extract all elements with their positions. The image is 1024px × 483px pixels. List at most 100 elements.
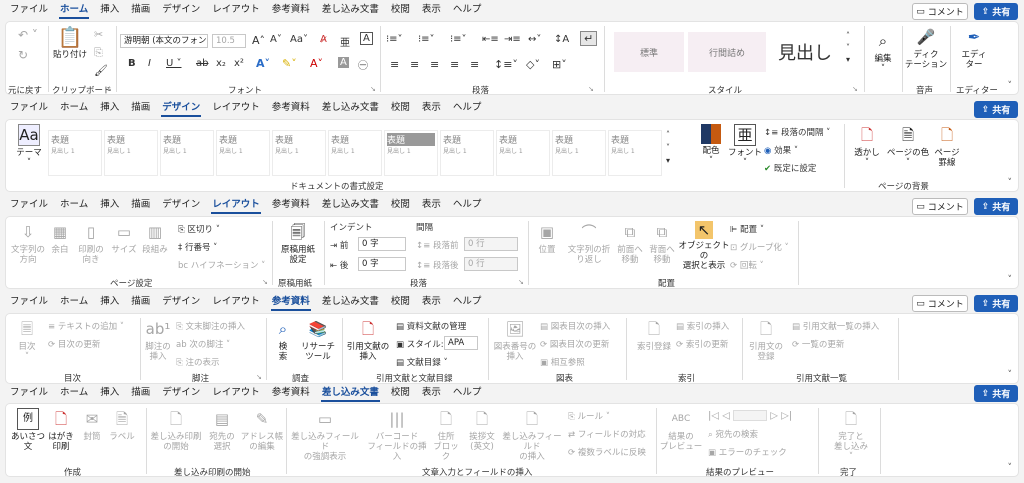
strike-icon[interactable]: ab: [196, 58, 208, 69]
update-toa-button[interactable]: ⟳ 一覧の更新: [792, 338, 844, 350]
start-merge-button[interactable]: 🗋 差し込み印刷 の開始: [148, 408, 204, 453]
style-heading[interactable]: 見出し: [770, 32, 840, 72]
bullets-icon[interactable]: ⁝≡˅: [386, 34, 403, 45]
shading-icon[interactable]: ◇˅: [526, 58, 540, 71]
tab-file[interactable]: ファイル: [4, 383, 54, 403]
font-size-combo[interactable]: 10.5: [212, 34, 246, 48]
styles-scroll-icon[interactable]: ˄ ˅ ▾: [846, 30, 850, 66]
clear-format-icon[interactable]: A̷: [320, 34, 327, 45]
insert-merge-field-button[interactable]: 🗋 差し込みフィールド の挿入: [500, 408, 564, 463]
collapse-ribbon-icon[interactable]: ˅: [1008, 463, 1013, 473]
insert-endnote-button[interactable]: ⎘ 文末脚注の挿入: [176, 320, 245, 332]
tab-home[interactable]: ホーム: [54, 195, 94, 215]
tab-layout[interactable]: レイアウト: [206, 292, 266, 312]
tab-design[interactable]: デザイン: [156, 0, 206, 20]
genko-button[interactable]: 🗐 原稿用紙 設定: [276, 221, 320, 266]
watermark-button[interactable]: 🗋 透かし ˅: [850, 124, 884, 169]
tab-review[interactable]: 校閲: [385, 98, 416, 118]
tab-home[interactable]: ホーム: [54, 292, 94, 312]
hyphenation-button[interactable]: bc ハイフネーション ˅: [178, 259, 265, 271]
tab-view[interactable]: 表示: [416, 292, 447, 312]
show-marks-icon[interactable]: ↵: [580, 31, 598, 46]
undo-icon[interactable]: ↶ ˅: [18, 28, 38, 42]
align-right-icon[interactable]: ≡: [430, 58, 439, 71]
tab-review[interactable]: 校閲: [385, 195, 416, 215]
tab-draw[interactable]: 描画: [125, 195, 156, 215]
tab-references[interactable]: 参考資料: [266, 195, 316, 215]
tab-mailings[interactable]: 差し込み文書: [316, 195, 385, 215]
tab-help[interactable]: ヘルプ: [447, 98, 488, 118]
effects-button[interactable]: ◉ 効果 ˅: [764, 144, 798, 156]
borders-icon[interactable]: ⊞˅: [552, 58, 567, 71]
spacing-before-input[interactable]: 0 行: [464, 237, 518, 251]
font-color-icon[interactable]: A˅: [310, 57, 323, 70]
tab-file[interactable]: ファイル: [4, 292, 54, 312]
line-numbers-button[interactable]: ‡ 行番号 ˅: [178, 241, 217, 253]
tab-review[interactable]: 校閲: [385, 0, 416, 20]
page-color-button[interactable]: 🗎 ページの色 ˅: [886, 124, 930, 169]
edit-list-button[interactable]: ✎ アドレス帳 の編集: [240, 408, 284, 453]
shrink-font-icon[interactable]: A˅: [270, 34, 282, 45]
finish-merge-button[interactable]: 🗋 完了と 差し込み ˅: [826, 408, 876, 463]
tab-review[interactable]: 校閲: [385, 383, 416, 403]
tab-help[interactable]: ヘルプ: [447, 383, 488, 403]
style-set-thumbnail[interactable]: 表題 見出し 1: [608, 130, 662, 176]
set-default-button[interactable]: ✔ 既定に設定: [764, 162, 816, 174]
superscript-icon[interactable]: x²: [234, 58, 244, 69]
tab-design[interactable]: デザイン: [156, 195, 206, 215]
tab-file[interactable]: ファイル: [4, 98, 54, 118]
tab-view[interactable]: 表示: [416, 195, 447, 215]
text-effect-icon[interactable]: A˅: [256, 57, 270, 70]
share-button[interactable]: ⇪ 共有: [974, 295, 1018, 312]
next-footnote-button[interactable]: ab 次の脚注 ˅: [176, 338, 230, 350]
style-set-thumbnail[interactable]: 表題 見出し 1: [384, 130, 438, 176]
align-left-icon[interactable]: ≡: [390, 58, 399, 71]
columns-button[interactable]: ▥ 段組み: [140, 221, 170, 256]
decrease-indent-icon[interactable]: ⇤≡: [482, 34, 499, 45]
tab-design[interactable]: デザイン: [156, 98, 206, 118]
send-backward-button[interactable]: ⧉ 背面へ 移動: [646, 221, 678, 266]
style-no-spacing[interactable]: 行間詰め: [688, 32, 766, 72]
style-normal[interactable]: 標準: [614, 32, 684, 72]
launcher-icon[interactable]: ↘: [370, 85, 376, 93]
tab-insert[interactable]: 挿入: [94, 383, 125, 403]
tab-mailings[interactable]: 差し込み文書: [316, 0, 385, 20]
add-text-button[interactable]: ≡ テキストの追加 ˅: [48, 320, 124, 332]
insert-tof-button[interactable]: ▤ 図表目次の挿入: [540, 320, 610, 332]
tab-references[interactable]: 参考資料: [266, 0, 316, 20]
tab-insert[interactable]: 挿入: [94, 195, 125, 215]
tab-references[interactable]: 参考資料: [266, 98, 316, 118]
indent-left-input[interactable]: 0 字: [358, 237, 406, 251]
bold-icon[interactable]: B: [128, 58, 136, 69]
format-painter-icon[interactable]: 🖌: [94, 64, 108, 77]
labels-button[interactable]: 🗎 ラベル: [108, 408, 136, 443]
margins-button[interactable]: ▦ 余白: [48, 221, 72, 256]
barcode-button[interactable]: ||| バーコード フィールドの挿入: [366, 408, 428, 463]
insert-footnote-button[interactable]: ab¹ 脚注の 挿入: [142, 318, 174, 363]
insert-toa-button[interactable]: ▤ 引用文献一覧の挿入: [792, 320, 879, 332]
tab-help[interactable]: ヘルプ: [447, 195, 488, 215]
font-name-combo[interactable]: 游明朝 (本文のフォン: [120, 34, 208, 48]
tab-draw[interactable]: 描画: [125, 98, 156, 118]
tab-home[interactable]: ホーム: [54, 383, 94, 403]
indent-right-input[interactable]: 0 字: [358, 257, 406, 271]
insert-index-button[interactable]: ▤ 索引の挿入: [676, 320, 729, 332]
highlight-fields-button[interactable]: ▭ 差し込みフィールド の強調表示: [288, 408, 362, 463]
comment-button[interactable]: ▭ コメント: [912, 3, 968, 20]
style-set-thumbnail[interactable]: 表題 見出し 1: [160, 130, 214, 176]
fonts-button[interactable]: 亜 フォント ˅: [728, 124, 762, 168]
copy-icon[interactable]: ⎘: [94, 46, 103, 60]
share-button[interactable]: ⇪ 共有: [974, 198, 1018, 215]
style-set-scroll-icon[interactable]: ˄ ˅ ▾: [666, 128, 670, 167]
tab-mailings[interactable]: 差し込み文書: [316, 292, 385, 312]
tab-insert[interactable]: 挿入: [94, 0, 125, 20]
redo-icon[interactable]: ↻: [18, 48, 28, 62]
dictation-button[interactable]: 🎤 ディク テーション: [904, 26, 948, 71]
update-toc-button[interactable]: ⟳ 目次の更新: [48, 338, 100, 350]
update-labels-button[interactable]: ⟳ 複数ラベルに反映: [568, 446, 646, 458]
theme-button[interactable]: Aa テーマ ˅: [12, 124, 46, 168]
asian-layout-icon[interactable]: ↔˅: [528, 34, 541, 45]
italic-icon[interactable]: I: [148, 58, 151, 69]
comment-button[interactable]: ▭ コメント: [912, 295, 968, 312]
group-button[interactable]: ⊡ グループ化 ˅: [730, 241, 789, 253]
